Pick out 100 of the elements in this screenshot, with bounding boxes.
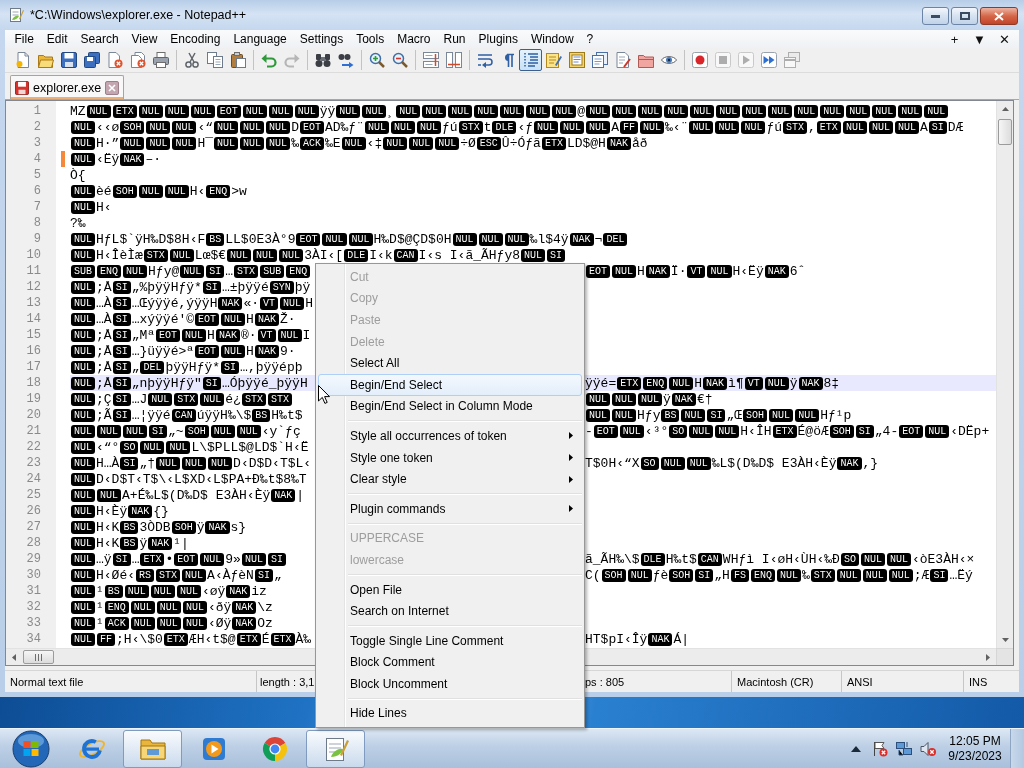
code-text: H‰t$	[665, 551, 697, 567]
note-pencil-icon	[545, 52, 562, 68]
control-char-token: SI	[112, 360, 131, 374]
code-text: A	[919, 119, 928, 135]
menu-item[interactable]: Begin/End Select	[318, 373, 582, 396]
menu-bar-item[interactable]: Macro	[390, 30, 437, 48]
redo-icon	[283, 52, 300, 68]
menu-item[interactable]: Begin/End Select in Column Mode	[318, 395, 582, 418]
code-text: ,	[808, 119, 816, 135]
minimize-button[interactable]	[922, 7, 949, 25]
taskbar-button[interactable]	[123, 729, 182, 768]
flag-alert-icon[interactable]	[872, 740, 888, 757]
menu-bar-item[interactable]: Settings	[293, 30, 350, 48]
control-char-token: NAK	[837, 456, 862, 470]
up-triangle-icon[interactable]	[851, 745, 861, 752]
line-number: 8	[32, 215, 42, 231]
control-char-token: SI	[547, 248, 566, 262]
menu-bar-item[interactable]: Run	[437, 30, 473, 48]
menu-item[interactable]: Style all occurrences of token	[318, 425, 582, 447]
left-arrow-icon	[12, 653, 16, 661]
new-file-icon	[14, 52, 31, 68]
code-text: H‹	[189, 183, 206, 199]
control-char-token: NUL	[534, 120, 559, 134]
menu-bar-item[interactable]: File	[8, 30, 41, 48]
code-text: ‰‹¨	[664, 119, 689, 135]
code-text: H‹Èÿ	[96, 503, 128, 519]
menu-bar-item[interactable]: Tools	[349, 30, 391, 48]
menu-item[interactable]: Select All	[318, 352, 582, 374]
code-text: „Mª	[131, 327, 156, 343]
menu-item[interactable]: Block Comment	[318, 651, 582, 674]
control-char-token: NUL	[768, 104, 793, 118]
code-text: MZ	[70, 103, 86, 119]
control-char-token: DLE	[344, 248, 369, 262]
notepad-icon	[8, 7, 24, 23]
line-number: 20	[25, 407, 42, 423]
menu-bar-item[interactable]: Edit	[40, 30, 75, 48]
control-char-token: DEL	[603, 232, 628, 246]
toolbar-button[interactable]	[519, 49, 542, 71]
maximize-button[interactable]	[951, 7, 978, 25]
up-arrow-icon	[1001, 107, 1009, 111]
control-char-token: ETX	[816, 120, 841, 134]
binoculars-arrow-icon	[337, 52, 354, 68]
control-char-token: NUL	[268, 104, 293, 118]
code-text: {}	[153, 503, 169, 519]
control-char-token: ETX	[163, 632, 188, 646]
menu-bar-item[interactable]: Search	[74, 30, 126, 48]
speaker-muted-icon[interactable]	[920, 740, 936, 757]
control-char-token: NUL	[638, 392, 663, 406]
code-text: ;H‹\$0	[116, 631, 163, 647]
menu-item[interactable]: Toggle Single Line Comment	[318, 629, 582, 652]
line-number: 28	[25, 535, 42, 551]
control-char-token: NUL	[166, 440, 191, 454]
control-char-token: NUL	[140, 440, 165, 454]
code-text: ¹	[96, 599, 104, 615]
menu-bar-item[interactable]: View	[125, 30, 164, 48]
orb-icon	[12, 729, 50, 768]
code-text: H	[246, 343, 254, 359]
menu-item[interactable]: Block Uncomment	[318, 673, 582, 695]
tab-close-button[interactable]	[105, 80, 120, 95]
taskbar-button[interactable]	[306, 729, 365, 768]
code-text: HƒL$`ÿH‰D$8H‹F	[96, 231, 206, 247]
code-text: ;Ç	[96, 391, 112, 407]
control-char-token: NUL	[182, 616, 207, 630]
code-text: ‰	[801, 567, 810, 583]
control-char-token: NUL	[71, 632, 95, 646]
line-number: 4	[32, 151, 42, 167]
code-text: D‹D$D‹T$L‹	[233, 455, 312, 471]
menu-bar-item[interactable]: Plugins	[472, 30, 525, 48]
menu-item[interactable]: Open File	[318, 578, 582, 601]
close-button[interactable]	[980, 7, 1018, 25]
fast-forward-icon	[760, 52, 777, 68]
window-control[interactable]: ✕	[992, 30, 1017, 48]
control-char-token: ENQ	[750, 568, 775, 582]
scrollbar-thumb[interactable]	[998, 119, 1012, 145]
window-control[interactable]: ▼	[967, 30, 992, 48]
menu-item[interactable]: Style one token	[318, 446, 582, 469]
menu-bar-item[interactable]: Encoding	[163, 30, 227, 48]
close-file-icon	[106, 52, 123, 68]
tab[interactable]: explorer.exe	[10, 75, 125, 99]
scrollbar-thumb[interactable]	[23, 650, 54, 664]
control-char-token: STX	[810, 568, 835, 582]
control-char-token: NUL	[690, 104, 715, 118]
control-char-token: NUL	[120, 136, 145, 150]
control-char-token: NUL	[71, 424, 95, 438]
code-text: C(	[585, 567, 601, 583]
menu-item[interactable]: Hide Lines	[318, 702, 582, 725]
menu-item[interactable]: Clear style	[318, 468, 582, 490]
control-char-token: NUL	[156, 456, 181, 470]
scissors-icon	[183, 52, 200, 68]
menu-bar-item[interactable]: Language	[226, 30, 294, 48]
control-char-token: NUL	[391, 120, 415, 134]
menu-item[interactable]: Search on Internet	[318, 600, 582, 622]
control-char-token: SOH	[184, 424, 209, 438]
control-char-token: NUL	[474, 104, 499, 118]
network-icon[interactable]	[896, 740, 912, 757]
menu-bar-item[interactable]: ?	[580, 30, 600, 48]
window-control[interactable]: +	[942, 30, 967, 48]
menu-bar-item[interactable]: Window	[524, 30, 581, 48]
line-number: 21	[25, 423, 42, 439]
menu-item[interactable]: Plugin commands	[318, 497, 582, 520]
